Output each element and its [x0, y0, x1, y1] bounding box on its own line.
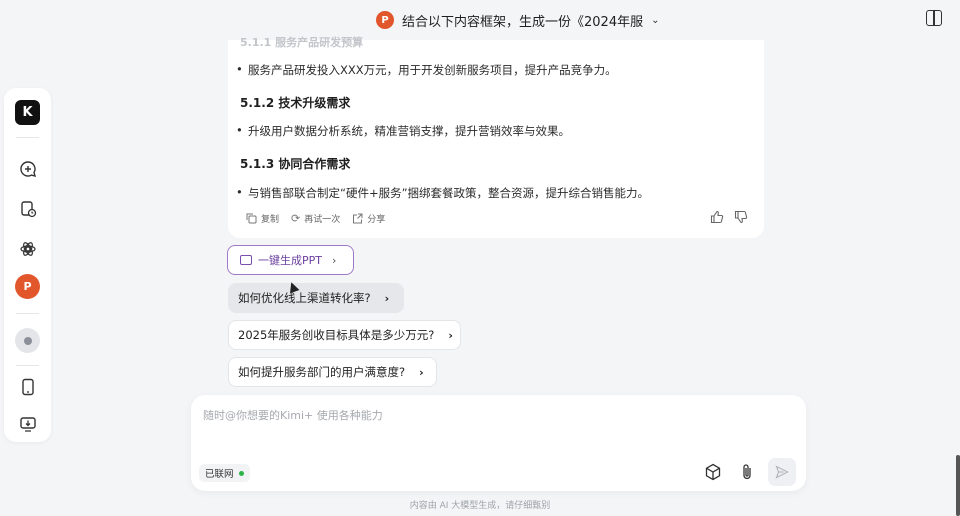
explore-icon[interactable]	[15, 236, 40, 261]
ppt-assistant-icon[interactable]: P	[15, 274, 40, 299]
feedback-buttons	[710, 210, 748, 224]
sidebar-divider	[16, 365, 39, 366]
copy-icon	[246, 213, 257, 224]
retry-label: 再试一次	[304, 215, 341, 225]
avatar[interactable]	[15, 328, 40, 353]
presentation-icon	[240, 255, 252, 265]
list-item: 与销售部联合制定“硬件+服务”捆绑套餐政策，整合资源，提升综合销售能力。	[236, 185, 649, 201]
scrollbar[interactable]	[956, 455, 960, 516]
suggestion-text: 2025年服务创收目标具体是多少万元?	[238, 328, 435, 342]
refresh-icon: ⟳	[291, 212, 301, 225]
suggestion-chip[interactable]: 2025年服务创收目标具体是多少万元? ›	[228, 320, 461, 350]
chevron-right-icon: ›	[384, 291, 390, 305]
conversation-title-text: 结合以下内容框架，生成一份《2024年服	[402, 14, 644, 30]
suggestion-text: 如何优化线上渠道转化率?	[238, 291, 371, 305]
suggestion-chip[interactable]: 如何优化线上渠道转化率? ›	[228, 283, 404, 313]
web-search-label: 已联网	[205, 469, 234, 480]
retry-button[interactable]: ⟳ 再试一次	[291, 212, 340, 225]
section-heading: 5.1.3 协同合作需求	[240, 157, 351, 171]
share-button[interactable]: 分享	[352, 212, 385, 225]
chat-input-box[interactable]: 随时@你想要的Kimi+ 使用各种能力 已联网	[191, 395, 806, 491]
section-heading: 5.1.2 技术升级需求	[240, 96, 351, 110]
history-icon[interactable]	[15, 196, 40, 221]
list-item: 服务产品研发投入XXX万元，用于开发创新服务项目，提升产品竞争力。	[236, 62, 617, 78]
copy-label: 复制	[261, 215, 280, 225]
top-bar: P 结合以下内容框架，生成一份《2024年服 ⌄	[0, 0, 960, 40]
online-dot-icon	[238, 470, 244, 476]
thumbs-down-icon[interactable]	[734, 210, 748, 224]
web-search-status[interactable]: 已联网	[199, 464, 250, 482]
send-icon	[775, 465, 789, 479]
chevron-right-icon: ›	[448, 328, 453, 342]
attachment-icon[interactable]	[734, 459, 760, 485]
new-chat-icon[interactable]	[15, 156, 40, 181]
sidebar-divider	[16, 313, 39, 314]
share-icon	[353, 213, 363, 224]
generate-ppt-button[interactable]: 一键生成PPT ›	[227, 245, 354, 275]
send-button[interactable]	[768, 458, 796, 486]
generate-ppt-label: 一键生成PPT	[258, 254, 322, 267]
list-item: 升级用户数据分析系统，精准营销支撑，提升营销效率与效果。	[236, 123, 570, 139]
suggestion-text: 如何提升服务部门的用户满意度?	[238, 365, 406, 379]
sidebar-toggle-icon[interactable]	[926, 10, 942, 26]
copy-button[interactable]: 复制	[246, 212, 279, 225]
desktop-download-icon[interactable]	[15, 411, 40, 436]
section-heading-faded: 5.1.1 服务产品研发预算	[240, 36, 364, 49]
suggestion-chip[interactable]: 如何提升服务部门的用户满意度? ›	[228, 357, 437, 387]
mobile-app-icon[interactable]	[15, 374, 40, 399]
message-actions: 复制 ⟳ 再试一次 分享	[246, 212, 385, 225]
chevron-right-icon: ›	[419, 365, 424, 379]
cube-icon[interactable]	[700, 459, 726, 485]
ppt-icon: P	[376, 11, 394, 29]
kimi-logo-icon[interactable]: K	[15, 100, 40, 125]
share-label: 分享	[367, 215, 386, 225]
ai-disclaimer: 内容由 AI 大模型生成，请仔细甄别	[409, 501, 551, 511]
chevron-right-icon: ›	[332, 253, 337, 267]
conversation-title[interactable]: P 结合以下内容框架，生成一份《2024年服 ⌄	[376, 10, 659, 30]
thumbs-up-icon[interactable]	[710, 210, 724, 224]
chat-input-placeholder[interactable]: 随时@你想要的Kimi+ 使用各种能力	[203, 407, 383, 423]
chevron-down-icon[interactable]: ⌄	[651, 15, 659, 26]
sidebar: K P	[4, 88, 51, 442]
sidebar-divider	[16, 137, 39, 138]
assistant-message: 5.1.1 服务产品研发预算 服务产品研发投入XXX万元，用于开发创新服务项目，…	[228, 36, 764, 238]
